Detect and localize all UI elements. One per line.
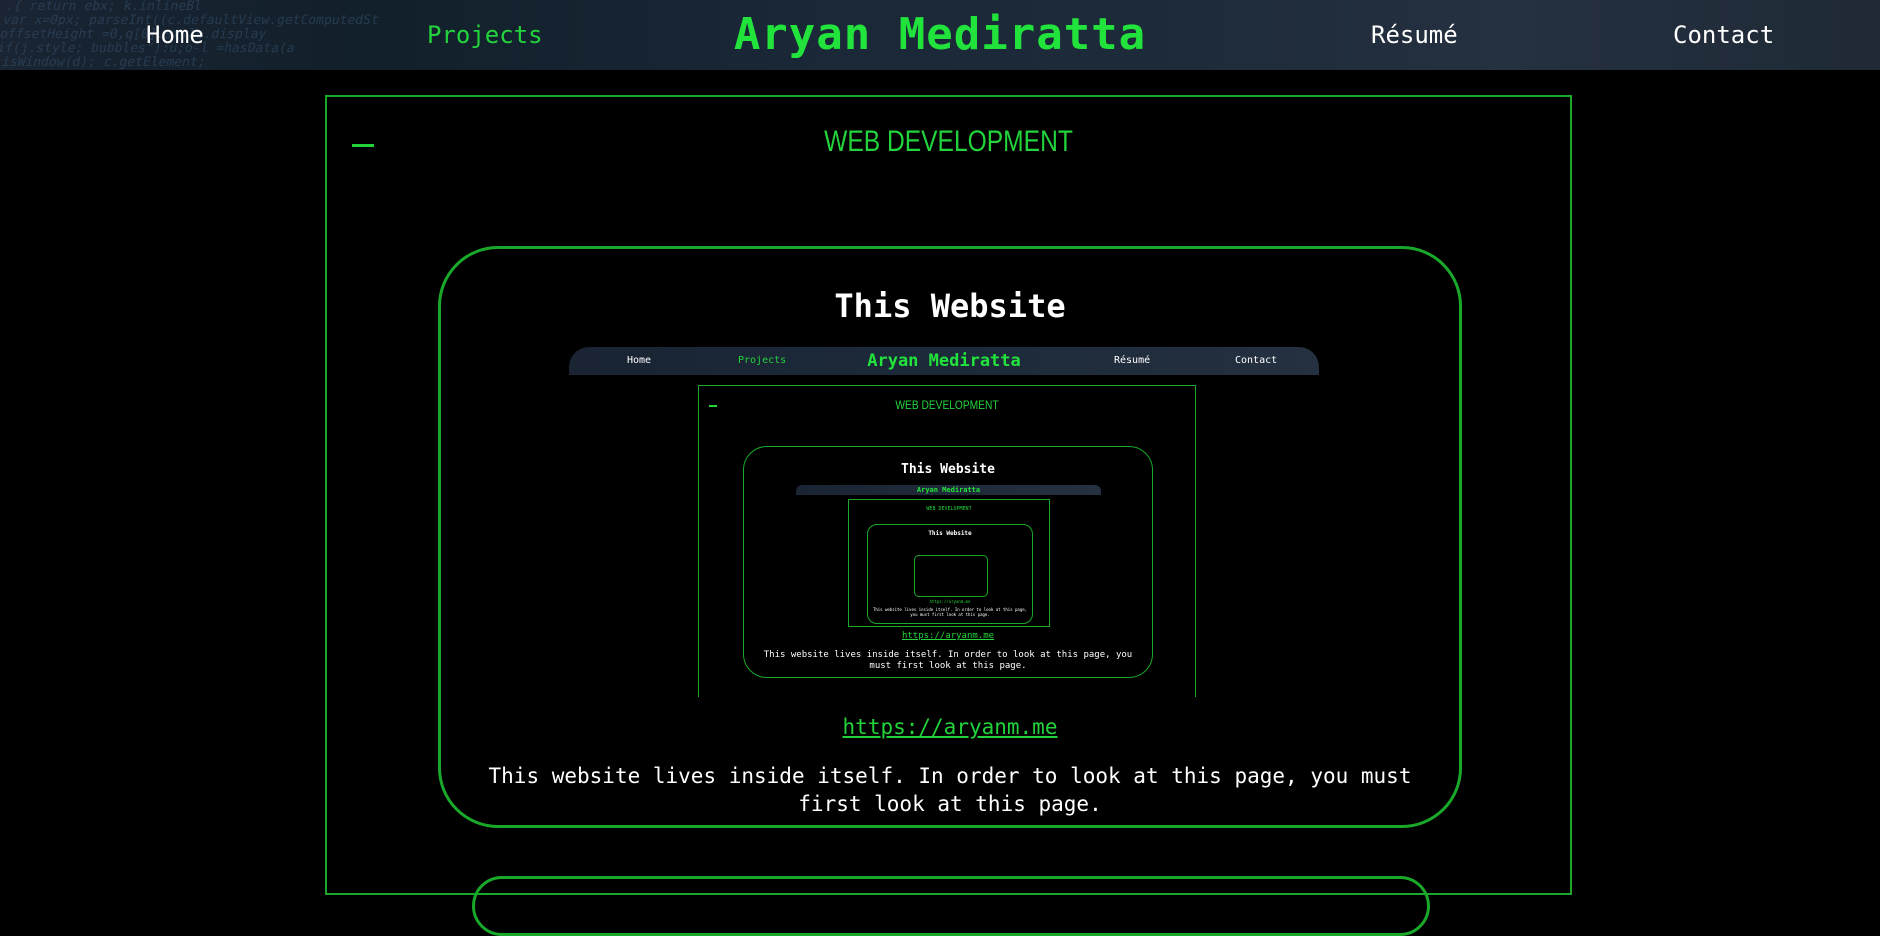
- top-navbar: .{ return ebx; k.inlineBl var x=0px; par…: [0, 0, 1880, 70]
- nested-preview-card-title: This Website: [928, 530, 972, 537]
- nested-preview-card: This Website https://aryanm.me This webs…: [867, 524, 1033, 624]
- collapse-section-button[interactable]: [352, 144, 374, 147]
- next-project-card: [472, 876, 1430, 936]
- preview-navbar: Home Projects Aryan Mediratta Résumé Con…: [569, 347, 1319, 375]
- project-card: This Website Home Projects Aryan Medirat…: [438, 246, 1462, 828]
- project-preview-image: Home Projects Aryan Mediratta Résumé Con…: [569, 347, 1319, 697]
- preview-card-title: This Website: [901, 462, 995, 477]
- project-title: This Website: [834, 287, 1066, 325]
- site-brand: Aryan Mediratta: [733, 9, 1147, 60]
- nested-preview-section-title: WEB DEVELOPMENT: [926, 506, 972, 512]
- nested-preview-brand: Aryan Mediratta: [916, 486, 981, 494]
- nav-resume-link[interactable]: Résumé: [1371, 0, 1458, 70]
- preview-section-title: WEB DEVELOPMENT: [895, 398, 999, 412]
- preview-nav-contact: Contact: [1235, 355, 1278, 366]
- nested-preview-link: https://aryanm.me: [929, 599, 971, 604]
- preview-card-link: https://aryanm.me: [901, 631, 995, 641]
- preview-card: This Website Aryan Mediratta WEB DEVELOP…: [743, 446, 1153, 678]
- nested-preview-frame: WEB DEVELOPMENT This Website https://ary…: [848, 499, 1050, 627]
- preview-card-description: This website lives inside itself. In ord…: [763, 650, 1133, 671]
- preview-section-frame: WEB DEVELOPMENT This Website Aryan Medir…: [698, 385, 1196, 697]
- nav-home-link[interactable]: Home: [146, 0, 204, 70]
- nav-projects-link[interactable]: Projects: [427, 0, 543, 70]
- nested-preview-description: This website lives inside itself. In ord…: [872, 607, 1028, 617]
- project-link[interactable]: https://aryanm.me: [441, 715, 1459, 739]
- nested-preview-inner-frame: [914, 555, 988, 597]
- section-title: WEB DEVELOPMENT: [824, 125, 1073, 158]
- nav-contact-link[interactable]: Contact: [1673, 0, 1774, 70]
- project-description: This website lives inside itself. In ord…: [488, 764, 1412, 816]
- preview-nav-resume: Résumé: [1114, 355, 1151, 366]
- preview-brand: Aryan Mediratta: [867, 351, 1021, 371]
- preview-collapse-icon: [709, 405, 717, 407]
